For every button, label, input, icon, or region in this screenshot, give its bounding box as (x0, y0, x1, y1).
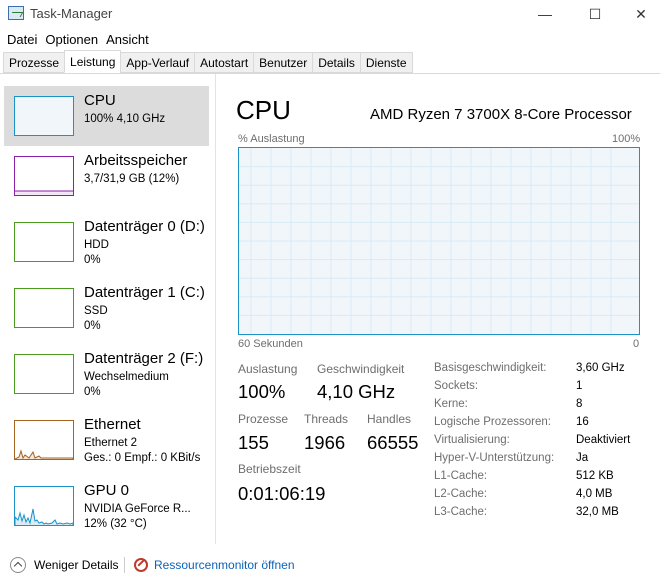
cpu-graph-grid (239, 148, 639, 334)
graph-label-max: 100% (612, 133, 641, 145)
threads-value: 1966 (304, 432, 346, 453)
sidebar-item-usage: 0% (84, 320, 101, 332)
info-label: Virtualisierung: (434, 434, 510, 446)
window-title: Task-Manager (30, 6, 113, 21)
sidebar-item-title: CPU (84, 92, 116, 109)
memory-thumbnail-graph (14, 156, 74, 196)
resource-monitor-icon (134, 558, 148, 572)
chevron-up-icon[interactable] (10, 557, 26, 573)
sidebar-item-detail: HDD (84, 239, 109, 251)
resource-sidebar: CPU 100% 4,10 GHz Arbeitsspeicher 3,7/31… (0, 74, 216, 544)
utilization-label: Auslastung (238, 362, 298, 376)
sidebar-item-title: Arbeitsspeicher (84, 152, 188, 169)
graph-label-zero: 0 (633, 338, 640, 350)
footer-divider (124, 557, 125, 573)
menu-bar: Datei Optionen Ansicht (0, 28, 660, 50)
maximize-button[interactable]: ☐ (572, 0, 618, 28)
tab-prozesse[interactable]: Prozesse (3, 52, 66, 73)
handles-value: 66555 (367, 432, 419, 453)
sidebar-item-title: Ethernet (84, 416, 141, 433)
sidebar-item-disk-1[interactable]: Datenträger 1 (C:) SSD 0% (4, 278, 209, 338)
info-label: Logische Prozessoren: (434, 416, 551, 428)
info-label: Sockets: (434, 380, 479, 392)
disk-2-thumbnail-graph (14, 354, 74, 394)
sidebar-item-ethernet[interactable]: Ethernet Ethernet 2 Ges.: 0 Empf.: 0 KBi… (4, 410, 209, 470)
sidebar-item-detail: NVIDIA GeForce R... (84, 503, 191, 515)
sidebar-item-detail: Ethernet 2 (84, 437, 138, 449)
info-label: L3-Cache: (434, 506, 488, 518)
disk-1-thumbnail-graph (14, 288, 74, 328)
tab-dienste[interactable]: Dienste (359, 52, 413, 73)
speed-value: 4,10 GHz (317, 381, 396, 402)
speed-label: Geschwindigkeit (317, 362, 405, 376)
menu-optionen[interactable]: Optionen (38, 28, 98, 50)
info-label: Hyper-V-Unterstützung: (434, 452, 555, 464)
sidebar-item-usage: 0% (84, 386, 101, 398)
tab-app-verlauf[interactable]: App-Verlauf (120, 52, 196, 73)
ethernet-thumbnail-graph (14, 420, 74, 460)
ethernet-thumbnail-line (14, 449, 74, 460)
title-bar: Task-Manager — ☐ ✕ (0, 0, 660, 28)
info-value: Deaktiviert (576, 434, 631, 446)
sidebar-item-title: Datenträger 2 (F:) (84, 350, 204, 367)
sidebar-item-detail: SSD (84, 305, 108, 317)
sidebar-item-gpu[interactable]: GPU 0 NVIDIA GeForce R... 12% (32 °C) (4, 476, 209, 536)
sidebar-item-detail: Wechselmedium (84, 371, 169, 383)
task-manager-icon (8, 6, 24, 20)
cpu-usage-graph (238, 147, 640, 335)
gpu-thumbnail-graph (14, 486, 74, 526)
graph-label-time: 60 Sekunden (238, 338, 303, 350)
info-label: L2-Cache: (434, 488, 488, 500)
sidebar-item-detail: 100% 4,10 GHz (84, 113, 166, 125)
uptime-value: 0:01:06:19 (238, 483, 326, 504)
info-value: 512 KB (576, 470, 614, 482)
sidebar-item-memory[interactable]: Arbeitsspeicher 3,7/31,9 GB (12%) (4, 146, 209, 206)
tab-bar: Prozesse Leistung App-Verlauf Autostart … (3, 50, 413, 74)
open-resource-monitor-link[interactable]: Ressourcenmonitor öffnen (154, 558, 295, 572)
info-label: Kerne: (434, 398, 468, 410)
sidebar-item-detail: 3,7/31,9 GB (12%) (84, 173, 180, 185)
page-title: CPU (236, 95, 291, 125)
fewer-details-link[interactable]: Weniger Details (34, 558, 118, 572)
menu-ansicht[interactable]: Ansicht (99, 28, 149, 50)
sidebar-item-disk-2[interactable]: Datenträger 2 (F:) Wechselmedium 0% (4, 344, 209, 404)
threads-label: Threads (304, 412, 349, 426)
sidebar-item-disk-0[interactable]: Datenträger 0 (D:) HDD 0% (4, 212, 209, 272)
processes-label: Prozesse (238, 412, 289, 426)
handles-label: Handles (367, 412, 412, 426)
footer: Weniger Details Ressourcenmonitor öffnen (0, 550, 660, 580)
processor-name: AMD Ryzen 7 3700X 8-Core Processor (370, 106, 632, 123)
menu-datei[interactable]: Datei (0, 28, 37, 50)
info-value: Ja (576, 452, 589, 464)
graph-label-utilization: % Auslastung (238, 133, 305, 145)
tab-leistung[interactable]: Leistung (64, 50, 122, 73)
info-label: Basisgeschwindigkeit: (434, 362, 547, 374)
close-button[interactable]: ✕ (618, 0, 660, 28)
uptime-label: Betriebszeit (238, 462, 301, 476)
gpu-thumbnail-line (14, 508, 74, 525)
sidebar-item-cpu[interactable]: CPU 100% 4,10 GHz (4, 86, 209, 146)
tab-details[interactable]: Details (312, 52, 361, 73)
disk-0-thumbnail-graph (14, 222, 74, 262)
sidebar-item-usage: Ges.: 0 Empf.: 0 KBit/s (84, 452, 201, 464)
info-value: 16 (576, 416, 589, 428)
info-value: 8 (576, 398, 583, 410)
sidebar-item-usage: 12% (32 °C) (84, 518, 147, 530)
info-value: 4,0 MB (576, 488, 613, 500)
info-value: 32,0 MB (576, 506, 619, 518)
info-label: L1-Cache: (434, 470, 488, 482)
tab-autostart[interactable]: Autostart (194, 52, 255, 73)
cpu-thumbnail-graph (14, 96, 74, 136)
memory-thumbnail-line (15, 190, 73, 195)
minimize-button[interactable]: — (522, 0, 568, 28)
info-value: 3,60 GHz (576, 362, 625, 374)
sidebar-item-title: Datenträger 1 (C:) (84, 284, 205, 301)
processes-value: 155 (238, 432, 269, 453)
sidebar-item-title: Datenträger 0 (D:) (84, 218, 205, 235)
sidebar-item-usage: 0% (84, 254, 101, 266)
tab-benutzer[interactable]: Benutzer (253, 52, 314, 73)
sidebar-item-title: GPU 0 (84, 482, 130, 499)
utilization-value: 100% (238, 381, 286, 402)
info-value: 1 (576, 380, 583, 392)
